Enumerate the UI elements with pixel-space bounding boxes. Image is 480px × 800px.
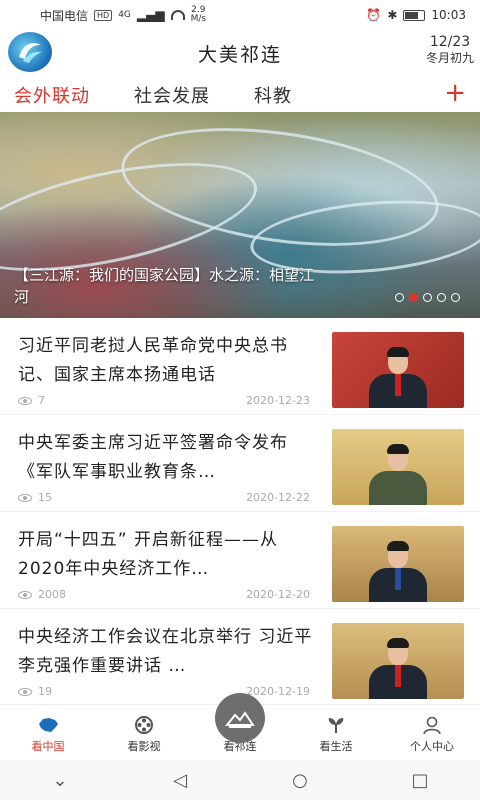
news-item[interactable]: 习近平同老挝人民革命党中央总书记、国家主席本扬通电话 7 2020-12-23 (0, 318, 480, 415)
battery-icon (403, 9, 426, 21)
home-icon[interactable]: ○ (280, 770, 320, 791)
view-count: 15 (18, 491, 52, 504)
carousel-dot[interactable] (423, 293, 432, 302)
view-count: 7 (18, 394, 45, 407)
collapse-icon[interactable]: ⌄ (40, 770, 80, 791)
alarm-icon: ⏰ (366, 8, 382, 22)
nav-label: 个人中心 (410, 740, 454, 753)
tab-hui-wai-lian-dong[interactable]: 会外联动 (14, 82, 90, 108)
banner-caption[interactable]: 【三江源：我们的国家公园】水之源：相望江河 (14, 264, 314, 308)
news-meta: 2008 2020-12-20 (18, 588, 310, 601)
news-item[interactable]: 开局“十四五” 开启新征程——从2020年中央经济工作… 2008 2020-1… (0, 512, 480, 609)
eye-icon (18, 591, 32, 599)
status-bar: 中国电信 HD 4G ▂▄▆ 2.9 M/s ⏰ ✱ 10:03 (0, 0, 480, 30)
app-header: 大美祁连 12/23 冬月初九 (0, 30, 480, 74)
system-nav-bar: ⌄ ◁ ○ □ (0, 760, 480, 800)
wifi-icon (170, 10, 185, 20)
mountain-icon (215, 693, 265, 743)
hd-badge: HD (94, 9, 113, 21)
recents-icon[interactable]: □ (400, 770, 440, 791)
view-count: 2008 (18, 588, 66, 601)
news-date: 2020-12-22 (246, 491, 310, 504)
eye-icon (18, 688, 32, 696)
eye-icon (18, 397, 32, 405)
tab-ke-jiao[interactable]: 科教 (254, 82, 292, 108)
news-thumbnail[interactable] (332, 429, 464, 505)
nav-item-ge-ren-zhong-xin[interactable]: 个人中心 (384, 705, 480, 760)
nav-item-kan-qi-lian[interactable]: 看祁连 (192, 693, 288, 760)
nav-item-kan-ying-shi[interactable]: 看影视 (96, 705, 192, 760)
category-tabs: 会外联动 社会发展 科教 + (0, 78, 480, 112)
news-date: 2020-12-19 (246, 685, 310, 698)
news-date: 2020-12-23 (246, 394, 310, 407)
news-thumbnail[interactable] (332, 332, 464, 408)
news-list: 习近平同老挝人民革命党中央总书记、国家主席本扬通电话 7 2020-12-23 … (0, 318, 480, 706)
bluetooth-icon: ✱ (387, 8, 398, 22)
news-title[interactable]: 开局“十四五” 开启新征程——从2020年中央经济工作… (18, 526, 318, 584)
news-meta: 19 2020-12-19 (18, 685, 310, 698)
eye-icon (18, 494, 32, 502)
news-meta: 15 2020-12-22 (18, 491, 310, 504)
news-thumbnail[interactable] (332, 623, 464, 699)
carousel-dot-active[interactable] (409, 293, 418, 302)
news-title[interactable]: 中央经济工作会议在北京举行 习近平李克强作重要讲话 … (18, 623, 318, 681)
bottom-nav: 看中国 看影视 看祁连 看生活 个人中心 (0, 693, 480, 760)
gregorian-date: 12/23 (429, 34, 471, 50)
news-thumbnail[interactable] (332, 526, 464, 602)
page-title: 大美祁连 (197, 44, 282, 66)
news-item[interactable]: 中央军委主席习近平签署命令发布《军队军事职业教育条… 15 2020-12-22 (0, 415, 480, 512)
carousel-dot[interactable] (437, 293, 446, 302)
person-figure (369, 346, 427, 408)
china-map-icon (37, 716, 59, 734)
person-figure (369, 540, 427, 602)
news-title[interactable]: 中央军委主席习近平签署命令发布《军队军事职业教育条… (18, 429, 318, 487)
date-display: 12/23 冬月初九 (426, 34, 474, 66)
news-meta: 7 2020-12-23 (18, 394, 310, 407)
film-reel-icon (133, 716, 155, 734)
tab-she-hui-fa-zhan[interactable]: 社会发展 (134, 82, 210, 108)
user-icon (421, 716, 443, 735)
carousel-dot[interactable] (451, 293, 460, 302)
news-date: 2020-12-20 (246, 588, 310, 601)
carrier-label: 中国电信 (40, 8, 89, 23)
nav-label: 看生活 (319, 740, 353, 753)
view-count: 19 (18, 685, 52, 698)
news-title[interactable]: 习近平同老挝人民革命党中央总书记、国家主席本扬通电话 (18, 332, 318, 390)
lunar-date: 冬月初九 (425, 51, 474, 65)
person-figure (369, 637, 427, 699)
clock: 10:03 (431, 8, 466, 22)
news-item[interactable]: 中央经济工作会议在北京举行 习近平李克强作重要讲话 … 19 2020-12-1… (0, 609, 480, 706)
sprout-icon (325, 716, 347, 734)
person-figure (369, 443, 427, 505)
nav-label: 看影视 (127, 740, 161, 753)
carousel-indicator (395, 293, 460, 302)
back-icon[interactable]: ◁ (160, 770, 200, 791)
add-tab-button[interactable]: + (444, 78, 466, 108)
nav-label: 看中国 (31, 740, 65, 753)
signal-label: 4G (118, 10, 131, 20)
network-speed: 2.9 M/s (190, 5, 207, 24)
nav-item-kan-sheng-huo[interactable]: 看生活 (288, 705, 384, 760)
nav-item-kan-zhong-guo[interactable]: 看中国 (0, 705, 96, 760)
banner-carousel[interactable]: 【三江源：我们的国家公园】水之源：相望江河 (0, 112, 480, 318)
signal-icon: ▂▄▆ (136, 8, 165, 22)
carousel-dot[interactable] (395, 293, 404, 302)
